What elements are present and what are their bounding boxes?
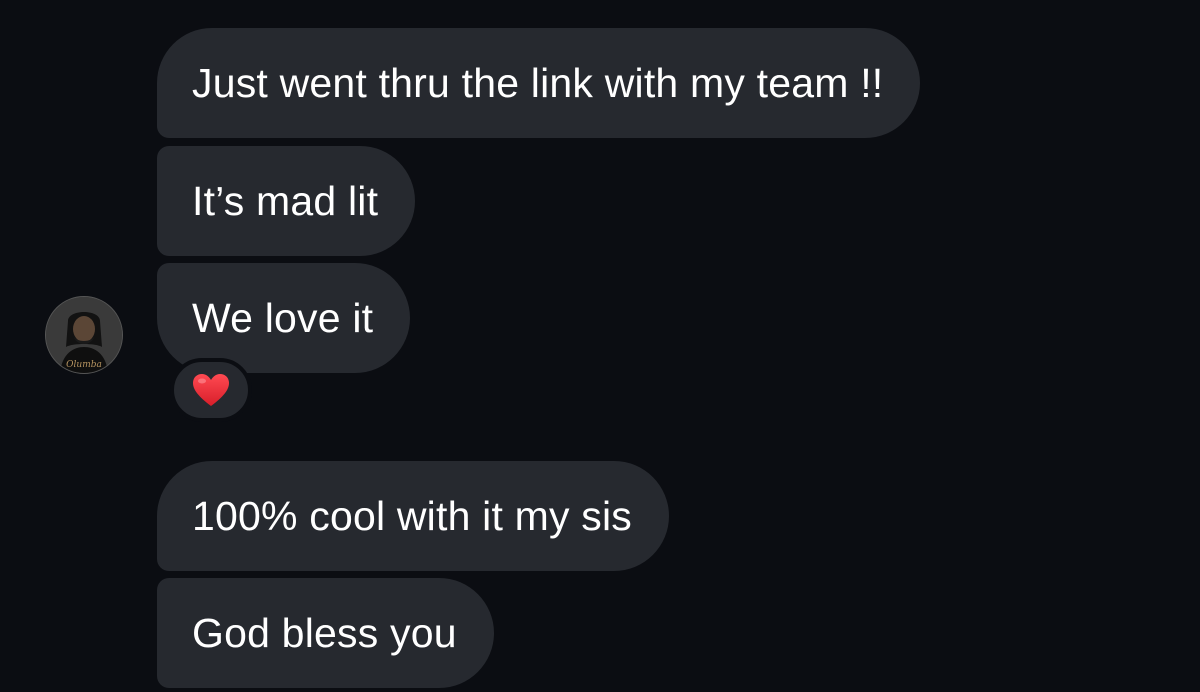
message-bubble[interactable]: God bless you [157,578,494,688]
person-portrait-icon: Olumba [46,297,122,373]
message-bubble[interactable]: 100% cool with it my sis [157,461,670,571]
message-bubble[interactable]: We love it [157,263,411,373]
message-thread: Just went thru the link with my team !! … [0,0,1200,692]
message-text: We love it [192,294,374,341]
heart-reaction[interactable] [170,358,252,422]
message-text: 100% cool with it my sis [192,492,633,539]
message-text: It’s mad lit [192,177,379,224]
message-text: Just went thru the link with my team !! [192,59,884,106]
avatar[interactable]: Olumba [45,296,123,374]
message-text: God bless you [192,609,457,656]
message-bubble[interactable]: It’s mad lit [157,146,416,256]
avatar-signature: Olumba [66,360,102,370]
message-bubble[interactable]: Just went thru the link with my team !! [157,28,921,138]
red-heart-icon [193,374,229,406]
